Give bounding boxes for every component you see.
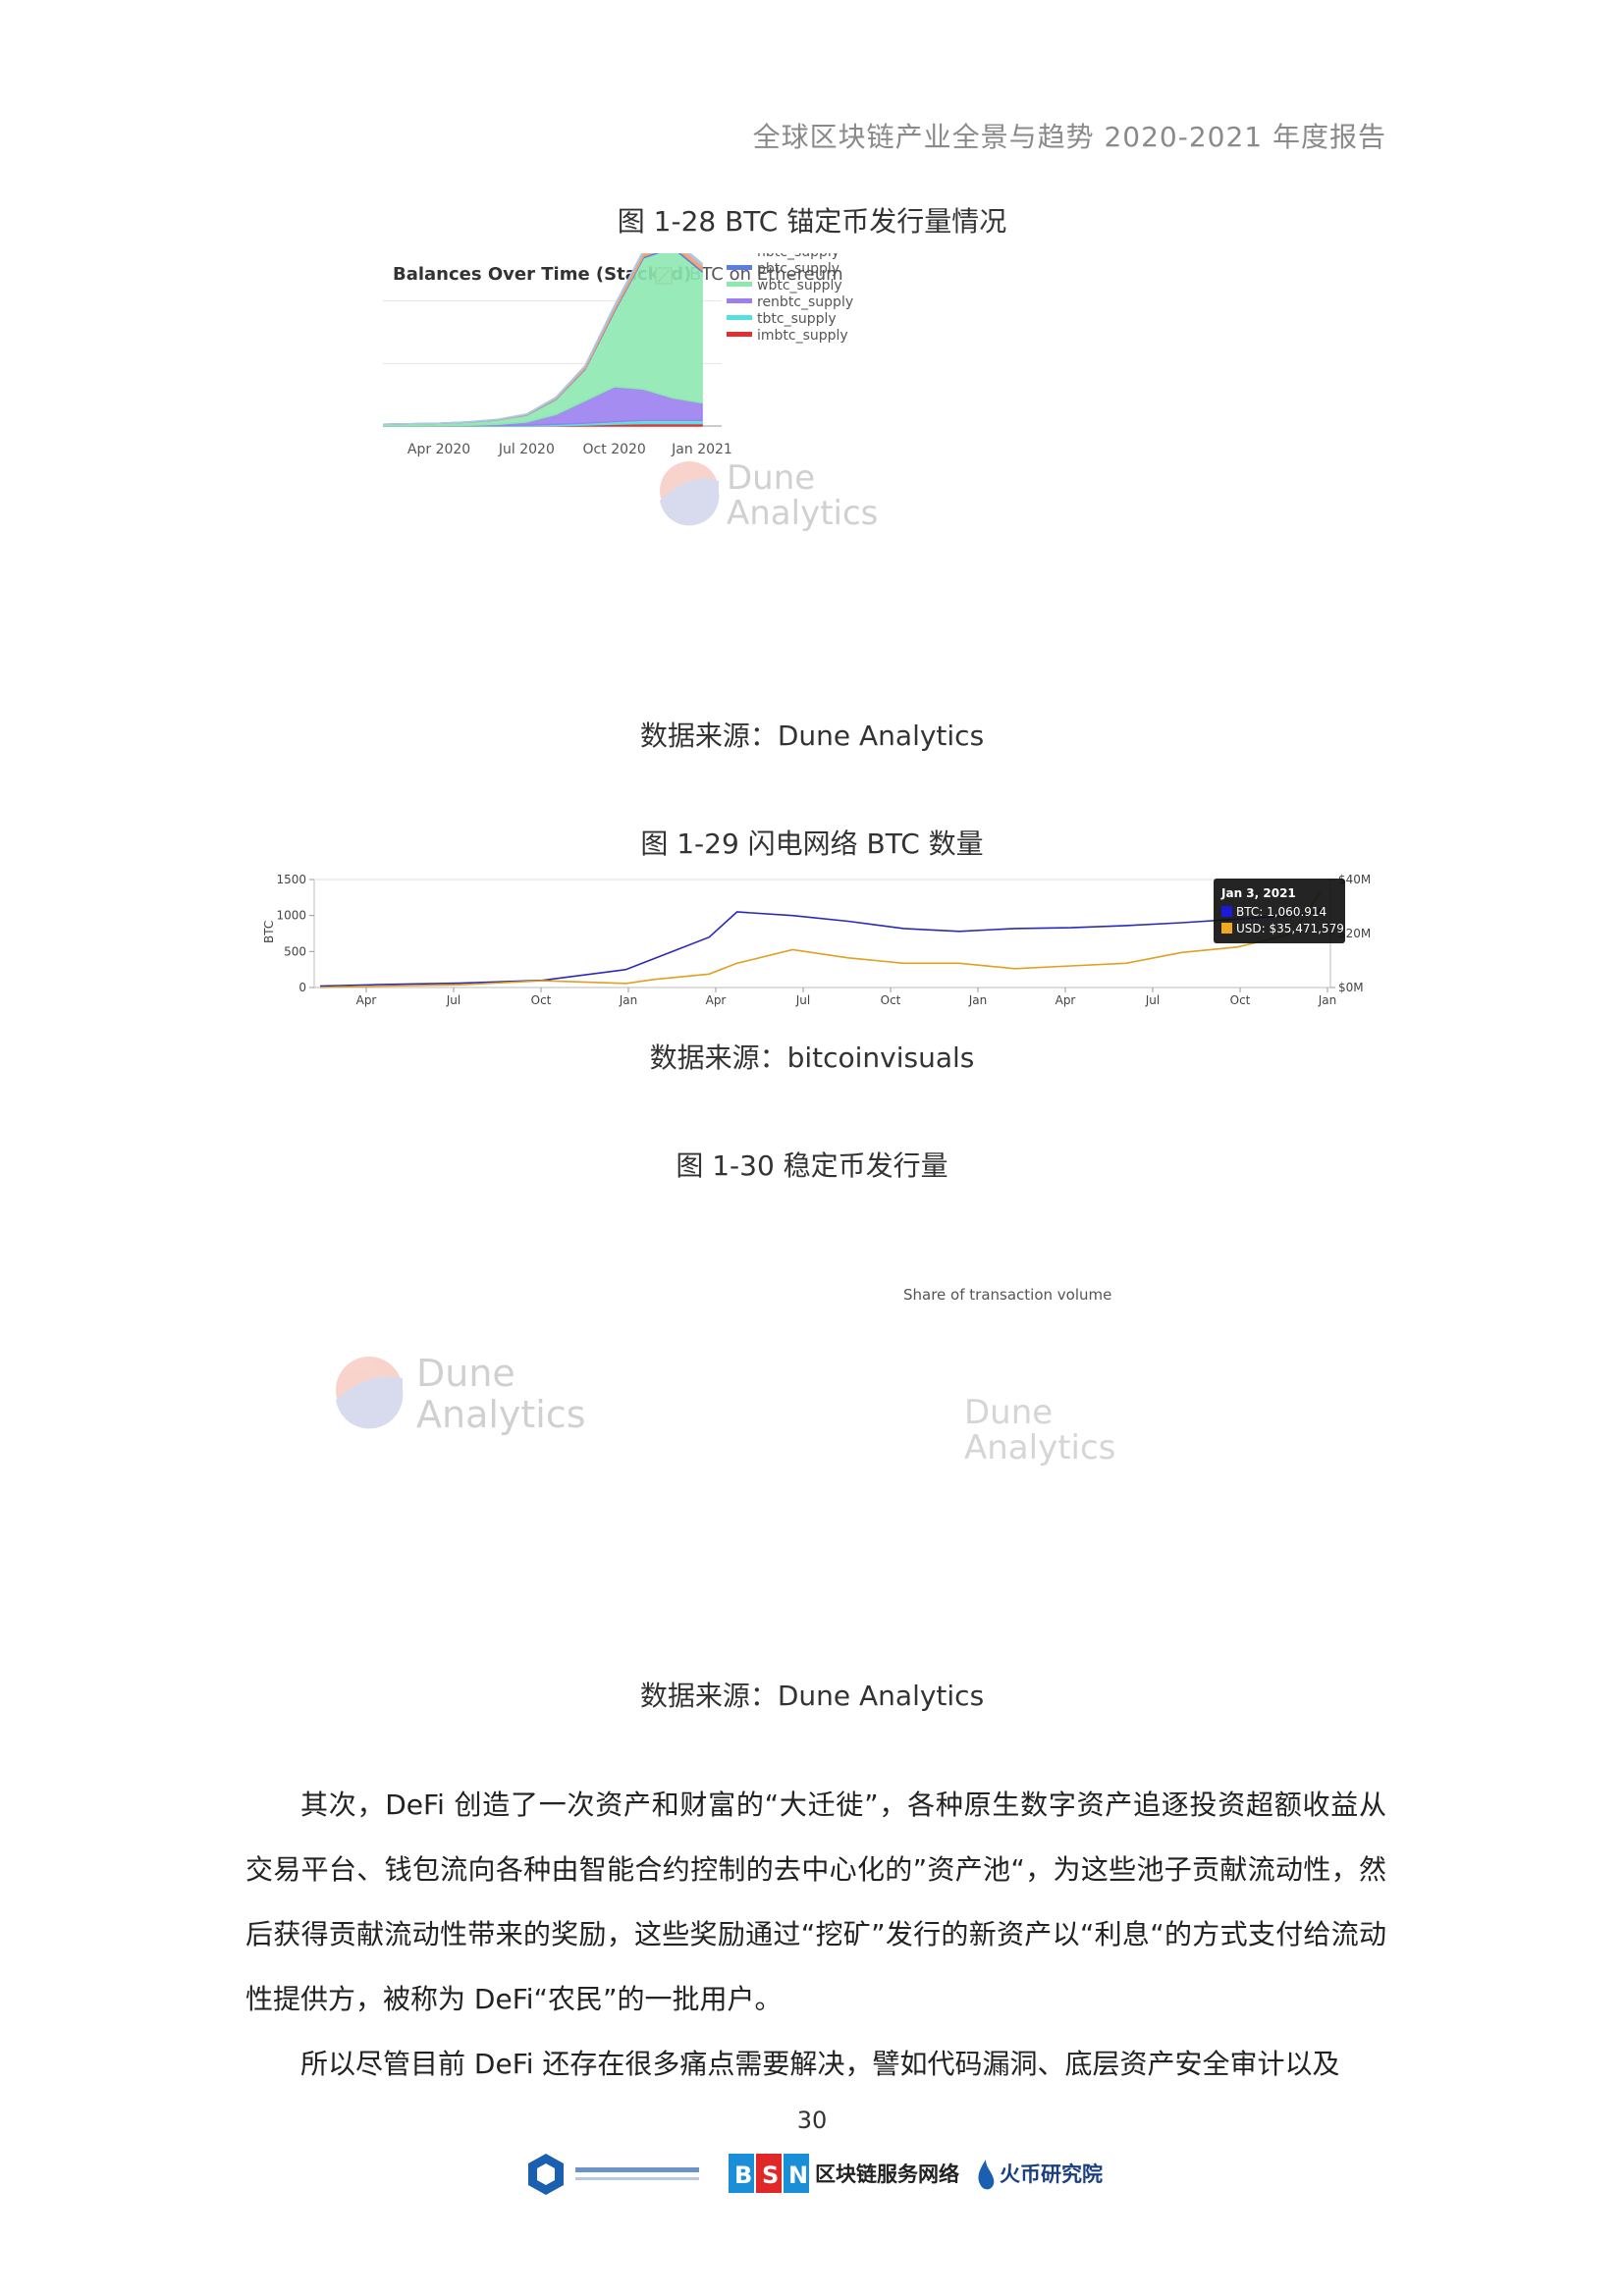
y-tick-label-left: 1000 [276, 909, 306, 923]
legend-label: imbtc_supply [757, 328, 848, 344]
body-text: 其次，DeFi 创造了一次资产和财富的“大迁徙”，各种原生数字资产追逐投资超额收… [245, 1773, 1386, 2097]
x-tick-label: Jan [619, 993, 638, 1007]
report-header-title: 全球区块链产业全景与趋势 2020-2021 年度报告 [752, 121, 1386, 153]
x-tick-label: Jul [1145, 993, 1160, 1007]
svg-text:B: B [734, 2162, 752, 2189]
paragraph: 其次，DeFi 创造了一次资产和财富的“大迁徙”，各种原生数字资产追逐投资超额收… [245, 1789, 1386, 2015]
line-series-BTC [319, 910, 1322, 988]
svg-text:USD: $35,471,579: USD: $35,471,579 [1236, 922, 1344, 935]
x-tick-label: Jan [968, 993, 988, 1007]
legend-label: tbtc_supply [757, 311, 837, 327]
figure-28-caption: 图 1-28 BTC 锚定币发行量情况 [617, 205, 1007, 238]
bsn-logo: B S N 区块链服务网络 [729, 2154, 959, 2193]
figure-30-area-chart: 05B10B15B20BJan 2020Mar 2020May 2020Jul … [336, 1352, 586, 1436]
y-tick-label-right: $0M [1338, 981, 1364, 994]
page-number: 30 [796, 2107, 828, 2134]
chart-tooltip: Jan 3, 2021 BTC: 1,060.914 USD: $35,471,… [1214, 879, 1345, 943]
svg-text:Dune: Dune [727, 458, 815, 498]
line-series-USD [319, 891, 1322, 988]
figure-30-source: 数据来源：Dune Analytics [639, 1680, 985, 1712]
tsinghua-logo [528, 2154, 699, 2195]
y-tick-label-left: 1500 [276, 873, 306, 886]
svg-text:火币研究院: 火币研究院 [1000, 2163, 1103, 2186]
y-tick-label-left: 500 [284, 944, 306, 958]
footer-logos: B S N 区块链服务网络 火币研究院 [524, 2150, 1113, 2199]
legend-swatch [727, 298, 752, 303]
svg-text:Dune: Dune [416, 1352, 515, 1395]
y-axis-label: BTC [262, 921, 276, 943]
svg-text:Analytics: Analytics [727, 494, 878, 533]
legend-label: wbtc_supply [757, 278, 842, 294]
x-tick-label: Apr 2020 [407, 442, 470, 457]
svg-text:BTC: 1,060.914: BTC: 1,060.914 [1236, 905, 1326, 919]
footer-logo-strip: B S N 区块链服务网络 火币研究院 [528, 2154, 1103, 2195]
figure-30-caption: 图 1-30 稳定币发行量 [676, 1149, 948, 1182]
svg-text:N: N [788, 2162, 808, 2189]
legend-swatch [727, 315, 752, 320]
legend-swatch [727, 265, 752, 270]
x-tick-label: Jan 2021 [671, 442, 732, 457]
figure-29-chart: 050010001500$0M$20M$40MBTCApr Jul Oct Jan Ap… [262, 873, 1371, 1007]
x-tick-label: Apr [356, 993, 377, 1007]
legend-label: hbtc_supply [757, 253, 839, 260]
x-tick-label: Oct [531, 993, 552, 1007]
figure-28-source: 数据来源：Dune Analytics [639, 720, 985, 752]
figure-28-chart: Balances Over Time (Stacked) BTC on Ethe… [383, 253, 878, 533]
dune-watermark: Dune Analytics [964, 1393, 1115, 1468]
x-tick-label: Oct [881, 993, 901, 1007]
dune-watermark: Dune Analytics [336, 1352, 586, 1436]
x-tick-label: Jul 2020 [498, 442, 555, 457]
legend-label: renbtc_supply [757, 294, 853, 310]
y-tick-label-left: 0 [298, 981, 306, 994]
legend-swatch [727, 282, 752, 287]
x-tick-label: Jan [1318, 993, 1337, 1007]
x-tick-label: Oct 2020 [583, 442, 646, 457]
figure-30-donut-chart: Share of transaction volume 54.7%25.5%10… [903, 1286, 1115, 1468]
svg-text:Analytics: Analytics [964, 1428, 1115, 1468]
x-tick-label: Jul [795, 993, 810, 1007]
dune-watermark: Dune Analytics [660, 458, 878, 533]
paragraph: 所以尽管目前 DeFi 还存在很多痛点需要解决，譬如代码漏洞、底层资产安全审计以… [300, 2048, 1340, 2080]
figure-29-source: 数据来源：bitcoinvisuals [649, 1041, 975, 1074]
legend-swatch [727, 332, 752, 337]
svg-text:Dune: Dune [964, 1393, 1053, 1432]
svg-text:区块链服务网络: 区块链服务网络 [815, 2163, 959, 2186]
huobi-logo: 火币研究院 [978, 2160, 1103, 2190]
svg-text:Jan 3, 2021: Jan 3, 2021 [1220, 886, 1296, 900]
svg-text:Analytics: Analytics [416, 1393, 586, 1436]
legend-label: pbtc_supply [757, 261, 839, 277]
x-tick-label: Apr [1056, 993, 1076, 1007]
x-tick-label: Oct [1230, 993, 1251, 1007]
donut-title: Share of transaction volume [903, 1286, 1111, 1304]
figure-29-caption: 图 1-29 闪电网络 BTC 数量 [640, 828, 984, 860]
x-tick-label: Jul [446, 993, 460, 1007]
x-tick-label: Apr [706, 993, 727, 1007]
svg-text:S: S [762, 2162, 779, 2189]
